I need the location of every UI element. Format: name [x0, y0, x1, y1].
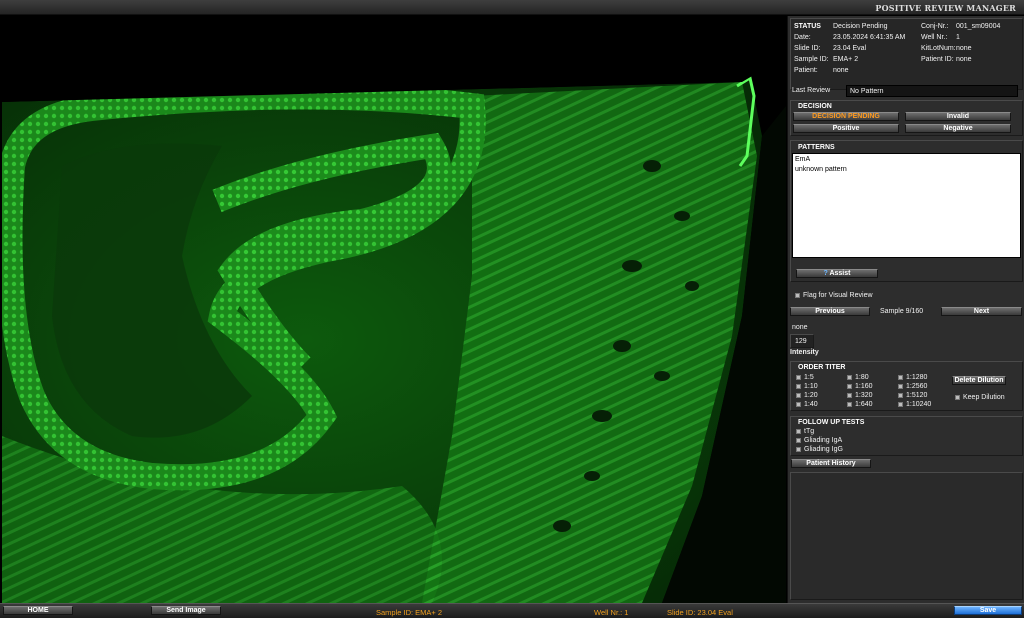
decision-pending-button[interactable]: DECISION PENDING [793, 112, 899, 121]
footer-well-nr: Well Nr.: 1 [594, 608, 629, 617]
invalid-button[interactable]: Invalid [905, 112, 1011, 121]
follow-up-test: tTg [804, 428, 815, 435]
patient-history-button[interactable]: Patient History [791, 459, 871, 468]
order-titer-header: ORDER TITER [798, 364, 846, 371]
title-bar: POSITIVE REVIEW MANAGER [0, 0, 1024, 15]
conj-nr-label: Conj-Nr.: [921, 23, 949, 30]
delete-dilution-button[interactable]: Delete Dilution [952, 376, 1006, 385]
app-title: POSITIVE REVIEW MANAGER [875, 3, 1016, 13]
titer-label: 1:80 [855, 374, 869, 381]
footer-slide-id: Slide ID: 23.04 Eval [667, 608, 733, 617]
follow-up-test: Gliading IgG [804, 446, 843, 453]
intensity-label: Intensity [790, 349, 819, 356]
flag-visual-review-checkbox[interactable] [795, 293, 800, 298]
titer-label: 1:1280 [906, 374, 928, 381]
titer-checkbox[interactable] [847, 375, 852, 380]
kit-lot-value: none [956, 45, 972, 52]
help-icon: ? [823, 270, 828, 277]
titer-label: 1:2560 [906, 383, 928, 390]
titer-label: 1:40 [804, 401, 818, 408]
review-panel: STATUS Decision Pending Date: 23.05.2024… [787, 16, 1024, 603]
sample-counter: Sample 9/160 [880, 308, 924, 315]
footer-sample-id: Sample ID: EMA+ 2 [376, 608, 443, 617]
empty-panel-area [790, 472, 1023, 600]
pattern-result-value: none [792, 324, 808, 331]
pattern-item-ema[interactable]: EmA [795, 156, 810, 163]
follow-up-checkbox[interactable] [796, 429, 801, 434]
flag-visual-review-label: Flag for Visual Review [803, 292, 873, 299]
assist-button[interactable]: ? Assist [796, 269, 878, 278]
titer-checkbox[interactable] [898, 393, 903, 398]
titer-checkbox[interactable] [796, 402, 801, 407]
patterns-header: PATTERNS [798, 144, 835, 151]
last-review-field: No Pattern [846, 85, 1018, 97]
negative-button[interactable]: Negative [905, 124, 1011, 133]
save-button[interactable]: Save [954, 606, 1022, 615]
titer-checkbox[interactable] [847, 393, 852, 398]
sample-id-value: EMA+ 2 [833, 56, 859, 63]
pattern-item-unknown[interactable]: unknown pattern [795, 166, 847, 173]
intensity-value: 129 [795, 338, 807, 345]
titer-label: 1:160 [855, 383, 873, 390]
microscopy-image-viewer[interactable] [2, 16, 786, 603]
titer-checkbox[interactable] [898, 375, 903, 380]
titer-checkbox[interactable] [898, 384, 903, 389]
assist-label: Assist [829, 270, 851, 277]
conj-nr-value: 001_sm09004 [956, 23, 1001, 30]
keep-dilution-label: Keep Dilution [963, 394, 1005, 401]
well-nr-value: 1 [956, 34, 960, 41]
titer-label: 1:10 [804, 383, 818, 390]
titer-checkbox[interactable] [847, 402, 852, 407]
last-review-label: Last Review [792, 87, 831, 94]
bottom-bar: HOME Send Image Sample ID: EMA+ 2 Well N… [0, 603, 1024, 618]
status-header: STATUS [794, 23, 821, 30]
titer-label: 1:5 [804, 374, 814, 381]
titer-checkbox[interactable] [898, 402, 903, 407]
follow-up-test: Gliading IgA [804, 437, 843, 444]
previous-button[interactable]: Previous [790, 307, 870, 316]
kit-lot-label: KitLotNum: [921, 45, 956, 52]
next-button[interactable]: Next [941, 307, 1022, 316]
patterns-list[interactable]: EmA unknown pattern [792, 153, 1021, 258]
slide-id-label: Slide ID: [794, 45, 821, 52]
well-nr-label: Well Nr.: [921, 34, 948, 41]
patient-id-label: Patient ID: [921, 56, 954, 63]
date-value: 23.05.2024 6:41:35 AM [833, 34, 906, 41]
patient-label: Patient: [794, 67, 818, 74]
follow-up-checkbox[interactable] [796, 438, 801, 443]
titer-label: 1:640 [855, 401, 873, 408]
patient-id-value: none [956, 56, 972, 63]
titer-label: 1:10240 [906, 401, 932, 408]
send-image-button[interactable]: Send Image [151, 606, 221, 615]
titer-checkbox[interactable] [796, 393, 801, 398]
patient-value: none [833, 67, 849, 74]
fluorescence-image [2, 16, 786, 603]
titer-checkbox[interactable] [847, 384, 852, 389]
titer-checkbox[interactable] [796, 384, 801, 389]
follow-up-header: FOLLOW UP TESTS [798, 419, 865, 426]
positive-button[interactable]: Positive [793, 124, 899, 133]
date-label: Date: [794, 34, 811, 41]
keep-dilution-checkbox[interactable] [955, 395, 960, 400]
intensity-value-box: 129 [790, 334, 814, 348]
status-box: STATUS Decision Pending Date: 23.05.2024… [790, 18, 1023, 90]
sample-id-label: Sample ID: [794, 56, 829, 63]
titer-label: 1:5120 [906, 392, 928, 399]
slide-id-value: 23.04 Eval [833, 45, 867, 52]
home-button[interactable]: HOME [3, 606, 73, 615]
titer-label: 1:320 [855, 392, 873, 399]
titer-label: 1:20 [804, 392, 818, 399]
titer-checkbox[interactable] [796, 375, 801, 380]
decision-header: DECISION [798, 103, 832, 110]
decision-status-value: Decision Pending [833, 23, 888, 30]
follow-up-checkbox[interactable] [796, 447, 801, 452]
last-review-value: No Pattern [850, 88, 884, 95]
